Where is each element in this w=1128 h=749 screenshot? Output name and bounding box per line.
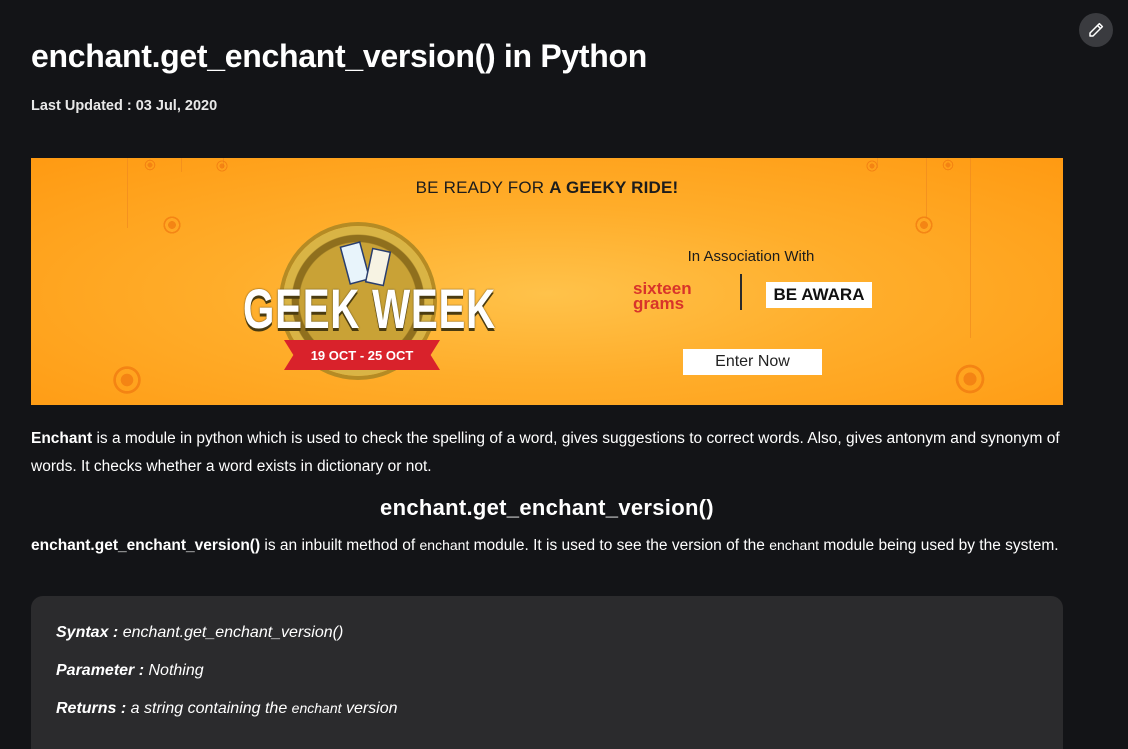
intro-paragraph: Enchant is a module in python which is u… <box>31 425 1063 481</box>
decor-flower <box>103 356 151 404</box>
returns-value: a string containing the <box>126 700 292 717</box>
association-text: In Association With <box>687 248 815 265</box>
last-updated: Last Updated : 03 Jul, 2020 <box>31 98 218 114</box>
enter-now-button[interactable]: Enter Now <box>683 349 822 375</box>
partner-sixteengrams-logo: sixteen grams <box>633 280 692 313</box>
intro-text: is a module in python which is used to c… <box>31 430 1060 475</box>
pencil-icon <box>1089 22 1104 37</box>
desc-text: module. It is used to see the version of… <box>469 537 770 554</box>
desc-text: module being used by the system. <box>819 537 1059 554</box>
decor-flower <box>945 354 995 404</box>
returns-value: version <box>341 700 398 717</box>
banner-tagline: BE READY FOR A GEEKY RIDE! <box>31 178 1063 198</box>
decor-flower <box>139 158 161 172</box>
parameter-label: Parameter : <box>56 662 145 679</box>
parameter-line: Parameter : Nothing <box>56 662 204 680</box>
method-name: enchant.get_enchant_version() <box>31 537 261 554</box>
method-description: enchant.get_enchant_version() is an inbu… <box>31 531 1063 560</box>
event-dates-ribbon: 19 OCT - 25 OCT <box>284 340 440 370</box>
desc-text: is an inbuilt method of <box>260 537 420 554</box>
decor-flower <box>157 210 187 240</box>
geek-week-banner[interactable]: BE READY FOR A GEEKY RIDE! GEEK WEEK 19 … <box>31 158 1063 405</box>
decor-flower <box>937 158 959 172</box>
partner-beawara-logo: BE AWARA <box>766 282 872 308</box>
desc-module-name: enchant <box>769 537 820 553</box>
decor-flower <box>211 158 233 174</box>
decor-flower <box>861 158 883 174</box>
event-name: GEEK WEEK <box>243 277 496 340</box>
returns-label: Returns : <box>56 700 127 717</box>
syntax-label: Syntax : <box>56 624 119 641</box>
syntax-value: enchant.get_enchant_version() <box>118 624 344 641</box>
decor-flower <box>909 210 939 240</box>
syntax-box: Syntax : enchant.get_enchant_version() P… <box>31 596 1063 749</box>
intro-bold: Enchant <box>31 430 93 447</box>
desc-module-name: enchant <box>419 537 470 553</box>
parameter-value: Nothing <box>144 662 204 679</box>
returns-module-name: enchant <box>291 700 342 716</box>
tagline-text: BE READY FOR <box>415 178 550 197</box>
partner1-line2: grams <box>633 294 685 313</box>
syntax-line: Syntax : enchant.get_enchant_version() <box>56 624 343 642</box>
article-title: enchant.get_enchant_version() in Python <box>31 38 647 74</box>
returns-line: Returns : a string containing the enchan… <box>56 700 398 718</box>
section-heading: enchant.get_enchant_version() <box>380 495 714 520</box>
tagline-bold: A GEEKY RIDE! <box>549 178 679 197</box>
partner-divider <box>740 274 742 310</box>
edit-button[interactable] <box>1079 13 1113 47</box>
